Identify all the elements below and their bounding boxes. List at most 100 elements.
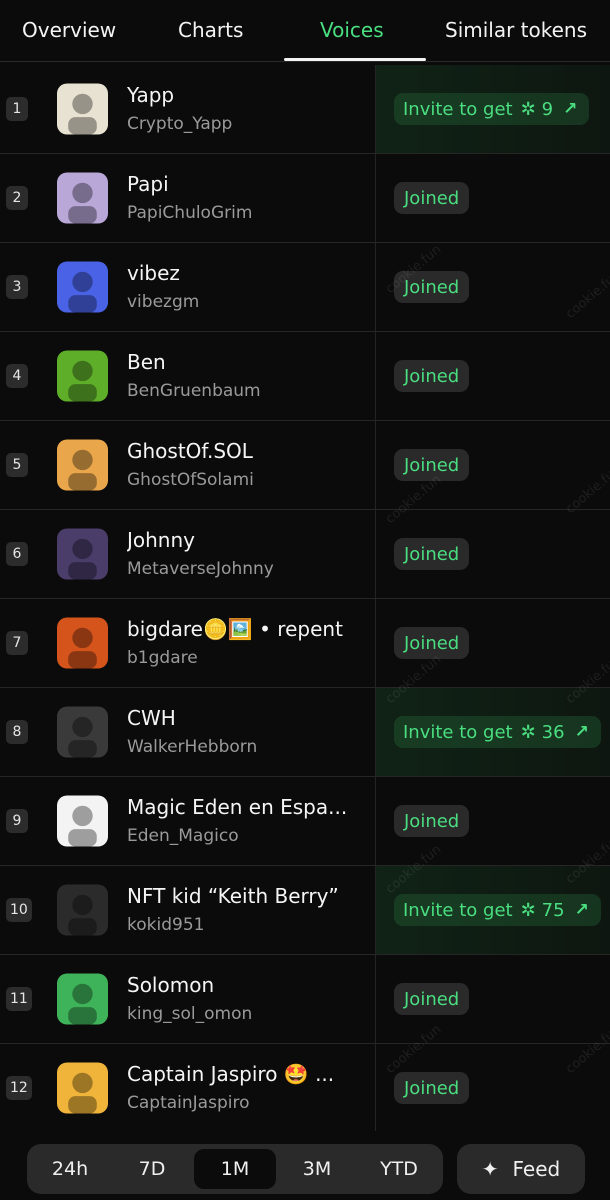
username: CaptainJaspiro (127, 1093, 250, 1113)
avatar-image (57, 706, 108, 758)
username: vibezgm (127, 292, 200, 312)
profile-cell: 3 vibez vibezgm (0, 243, 376, 331)
list-item[interactable]: 12 Captain Jaspiro 🤩 ... CaptainJaspiro … (0, 1044, 610, 1133)
list-item[interactable]: 5 GhostOf.SOL GhostOfSolami Joined (0, 421, 610, 510)
list-item[interactable]: 11 Solomon king_sol_omon Joined (0, 955, 610, 1044)
list-item[interactable]: 8 CWH WalkerHebborn Invite to get ✲ 36 ↗ (0, 688, 610, 777)
avatar-image (57, 83, 108, 135)
profile-cell: 1 Yapp Crypto_Yapp (0, 65, 376, 153)
invite-button[interactable]: Invite to get ✲ 9 ↗ (394, 93, 590, 125)
rank-badge: 7 (6, 631, 28, 655)
reward-value: 9 (541, 98, 554, 120)
avatar-image (57, 350, 108, 402)
list-item[interactable]: 2 Papi PapiChuloGrim Joined (0, 154, 610, 243)
rank-badge: 6 (6, 542, 28, 566)
display-name: Ben (127, 350, 166, 374)
tab-overview[interactable]: Overview (22, 18, 116, 42)
sparkle-icon: ✦ (481, 1157, 499, 1181)
avatar-image (57, 261, 108, 313)
profile-cell: 4 Ben BenGruenbaum (0, 332, 376, 420)
avatar-image (57, 439, 108, 491)
avatar[interactable] (57, 350, 108, 402)
avatar[interactable] (57, 706, 108, 758)
username: b1gdare (127, 648, 198, 668)
invite-label: Invite to get (403, 98, 513, 120)
profile-cell: 11 Solomon king_sol_omon (0, 955, 376, 1043)
avatar-image (57, 528, 108, 580)
profile-cell: 2 Papi PapiChuloGrim (0, 154, 376, 242)
avatar-image (57, 973, 108, 1025)
avatar[interactable] (57, 795, 108, 847)
joined-badge: Joined (394, 538, 470, 570)
invite-label: Invite to get (403, 899, 513, 921)
period-7d[interactable]: 7D (117, 1149, 187, 1189)
list-item[interactable]: 9 Magic Eden en Espa... Eden_Magico Join… (0, 777, 610, 866)
display-name: Solomon (127, 973, 215, 997)
profile-cell: 7 bigdare🪙🖼️ • repent b1gdare (0, 599, 376, 687)
cookie-icon: ✲ (520, 98, 536, 120)
active-tab-indicator (284, 58, 426, 61)
reward-value: 36 (541, 721, 565, 743)
avatar[interactable] (57, 172, 108, 224)
invite-button[interactable]: Invite to get ✲ 75 ↗ (394, 894, 601, 926)
feed-label: Feed (512, 1157, 561, 1181)
status-cell: Joined (376, 332, 610, 420)
status-cell: Invite to get ✲ 9 ↗ (376, 65, 610, 153)
display-name: Yapp (127, 83, 175, 107)
period-3m[interactable]: 3M (282, 1149, 352, 1189)
avatar[interactable] (57, 83, 108, 135)
display-name: GhostOf.SOL (127, 439, 253, 463)
list-item[interactable]: 10 NFT kid “Keith Berry” kokid951 Invite… (0, 866, 610, 955)
period-1m[interactable]: 1M (194, 1149, 276, 1189)
profile-cell: 5 GhostOf.SOL GhostOfSolami (0, 421, 376, 509)
list-item[interactable]: 7 bigdare🪙🖼️ • repent b1gdare Joined (0, 599, 610, 688)
avatar[interactable] (57, 884, 108, 936)
avatar-image (57, 1062, 108, 1114)
cookie-icon: ✲ (520, 721, 536, 743)
rank-badge: 2 (6, 186, 28, 210)
list-item[interactable]: 4 Ben BenGruenbaum Joined (0, 332, 610, 421)
arrow-up-right-icon: ↗ (563, 99, 578, 119)
rank-badge: 12 (6, 1076, 32, 1100)
list-item[interactable]: 3 vibez vibezgm Joined (0, 243, 610, 332)
display-name: Johnny (127, 528, 195, 552)
feed-button[interactable]: ✦ Feed (457, 1144, 585, 1194)
display-name: bigdare🪙🖼️ • repent (127, 617, 343, 641)
profile-cell: 12 Captain Jaspiro 🤩 ... CaptainJaspiro (0, 1044, 376, 1132)
invite-button[interactable]: Invite to get ✲ 36 ↗ (394, 716, 601, 748)
profile-cell: 6 Johnny MetaverseJohnny (0, 510, 376, 598)
avatar[interactable] (57, 617, 108, 669)
avatar[interactable] (57, 973, 108, 1025)
rank-badge: 10 (6, 898, 32, 922)
bottom-bar: 24h 7D 1M 3M YTD ✦ Feed (0, 1131, 610, 1200)
avatar[interactable] (57, 528, 108, 580)
invite-label: Invite to get (403, 721, 513, 743)
reward-value: 75 (541, 899, 565, 921)
arrow-up-right-icon: ↗ (574, 722, 589, 742)
avatar[interactable] (57, 261, 108, 313)
username: GhostOfSolami (127, 470, 254, 490)
username: PapiChuloGrim (127, 203, 253, 223)
username: WalkerHebborn (127, 737, 258, 757)
joined-badge: Joined (394, 983, 470, 1015)
rank-badge: 5 (6, 453, 28, 477)
username: MetaverseJohnny (127, 559, 274, 579)
rank-badge: 8 (6, 720, 28, 744)
tab-charts[interactable]: Charts (178, 18, 243, 42)
avatar[interactable] (57, 1062, 108, 1114)
display-name: Magic Eden en Espa... (127, 795, 348, 819)
tab-similar-tokens[interactable]: Similar tokens (445, 18, 587, 42)
profile-cell: 9 Magic Eden en Espa... Eden_Magico (0, 777, 376, 865)
username: king_sol_omon (127, 1004, 253, 1024)
list-item[interactable]: 6 Johnny MetaverseJohnny Joined (0, 510, 610, 599)
tab-voices[interactable]: Voices (320, 18, 384, 42)
avatar-image (57, 172, 108, 224)
period-ytd[interactable]: YTD (364, 1149, 434, 1189)
rank-badge: 3 (6, 275, 28, 299)
avatar-image (57, 884, 108, 936)
list-item[interactable]: 1 Yapp Crypto_Yapp Invite to get ✲ 9 ↗ (0, 65, 610, 154)
period-24h[interactable]: 24h (35, 1149, 105, 1189)
status-cell: Joined (376, 154, 610, 242)
joined-badge: Joined (394, 1072, 470, 1104)
avatar[interactable] (57, 439, 108, 491)
